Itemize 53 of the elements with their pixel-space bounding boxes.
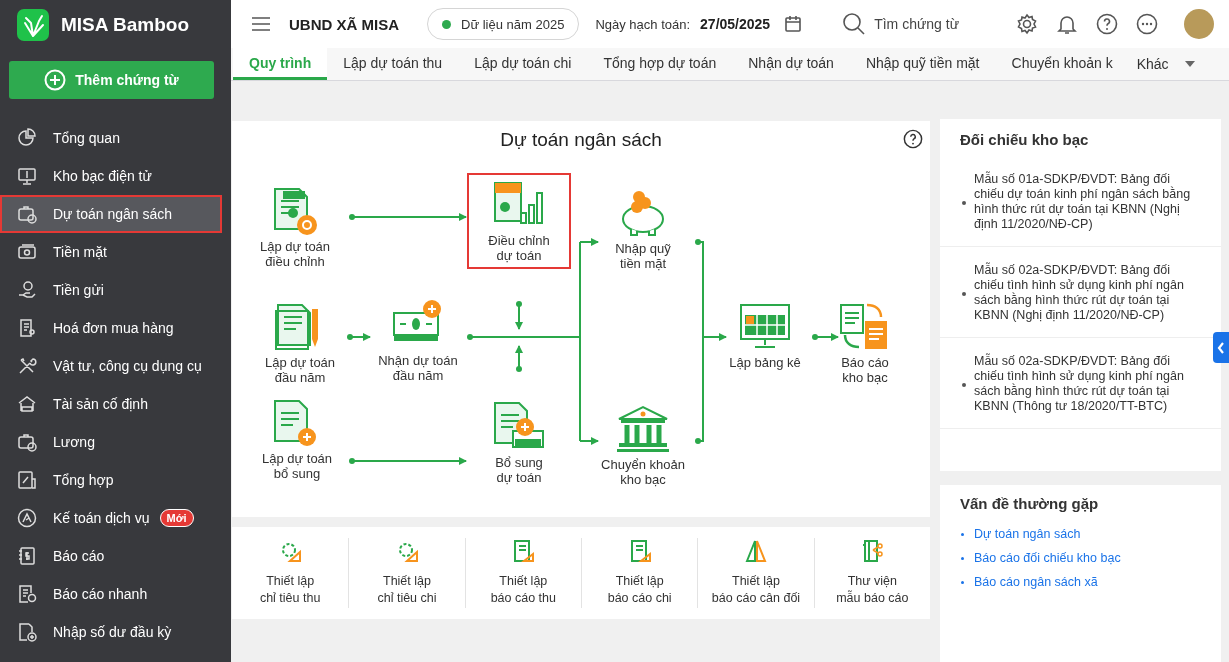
tab[interactable]: Tổng hợp dự toán [587,48,733,80]
more-tab[interactable]: Khác [1128,48,1203,80]
report-link[interactable]: Mẫu số 01a-SDKP/ĐVDT: Bảng đối chiếu dự toán kinh phí ngân sách bằng hình thức rút dự toán tại KBNN (Nghị định 11/2020/NĐ-CP) [974,172,1201,232]
help-link[interactable]: Dự toán ngân sách [974,527,1081,541]
settings-link[interactable]: Thiết lập chỉ tiêu chi [348,538,465,608]
sidebar-item[interactable]: Báo cáo nhanh [0,575,222,613]
settings-link[interactable]: Thiết lập chỉ tiêu thu [232,538,349,608]
report-link[interactable]: Mẫu số 02a-SDKP/ĐVDT: Bảng đối chiếu tình hình sử dụng kinh phí ngân sách bằng hình thức rút dự toán tại KBNN (Thông tư 18/2020/TT-BTC) [974,354,1201,414]
settings-link[interactable]: Thư viện mẫu báo cáo [813,538,930,608]
sidebar-item[interactable]: Tài sản cố định [0,385,222,423]
report-link[interactable]: Mẫu số 02a-SDKP/ĐVDT: Bảng đối chiếu tình hình sử dụng kinh phí ngân sách bằng hình thức rút dự toán tại KBNN (Nghị định 11/2020/NĐ-CP) [974,263,1201,323]
process-step[interactable]: Lập dự toán bổ sung [247,397,347,481]
sidebar-item[interactable]: Báo cáo [0,537,222,575]
process-step[interactable]: Bổ sung dự toán [469,401,569,485]
process-step[interactable]: Lập bảng kê [715,301,815,370]
new-badge: Mới [159,509,194,527]
settings-link[interactable]: Thiết lập báo cáo thu [464,538,581,608]
process-step[interactable]: Chuyển khoản kho bạc [593,403,693,487]
settings-link[interactable]: Thiết lập báo cáo cân đối [697,538,814,608]
sidebar-item[interactable]: Kế toán dịch vụ Mới [0,499,222,537]
sidebar-item[interactable]: Hoá đơn mua hàng [0,309,222,347]
tab[interactable]: Nhận dự toán [732,48,850,80]
tab[interactable]: Lập dự toán chi [458,48,588,80]
app-name: MISA Bamboo [61,14,190,36]
organization-name: UBND XÃ MISA [289,15,399,33]
posting-date: 27/05/2025 [700,16,771,32]
sidebar-item[interactable]: Kho bạc điện tử [0,157,222,195]
sidebar-item[interactable]: Dự toán ngân sách [0,195,222,233]
search-field[interactable]: Tìm chứng từ [842,12,993,36]
process-step[interactable]: Báo cáo kho bạc [815,301,915,385]
tab[interactable]: Chuyển khoản k [995,48,1129,80]
tab[interactable]: Nhập quỹ tiền mặt [849,48,996,80]
card-title: Dự toán ngân sách [500,129,662,151]
sidebar-item[interactable]: Tiền mặt [0,233,222,271]
data-year-selector[interactable]: Dữ liệu năm 2025 [427,8,580,40]
sidebar-item[interactable]: Tổng hợp [0,461,222,499]
sidebar-item[interactable]: Vật tư, công cụ dụng cụ [0,347,222,385]
sidebar-item[interactable]: Nhập số dư đầu kỳ [0,613,222,651]
sidebar-item[interactable]: Tổng quan [0,119,222,157]
panel-title: Vấn đề thường gặp [959,494,1100,514]
help-link[interactable]: Báo cáo ngân sách xã [974,575,1098,589]
date-label: Ngày hạch toán: [595,16,691,32]
process-step[interactable]: Lập dự toán điều chỉnh [245,185,345,269]
process-step[interactable]: Lập dự toán đầu năm [250,301,350,385]
process-step[interactable]: Nhập quỹ tiền mặt [593,187,693,271]
help-link[interactable]: Báo cáo đối chiếu kho bạc [974,551,1121,565]
sidebar-item[interactable]: Tiền gửi [0,271,222,309]
tab[interactable]: Lập dự toán thu [327,48,459,80]
process-step[interactable]: Nhận dự toán đầu năm [368,299,468,383]
process-step[interactable]: Điều chỉnh dự toán [469,175,569,267]
panel-title: Đối chiếu kho bạc [959,130,1090,150]
sidebar-item[interactable]: Lương [0,423,222,461]
settings-link[interactable]: Thiết lập báo cáo chi [581,538,698,608]
